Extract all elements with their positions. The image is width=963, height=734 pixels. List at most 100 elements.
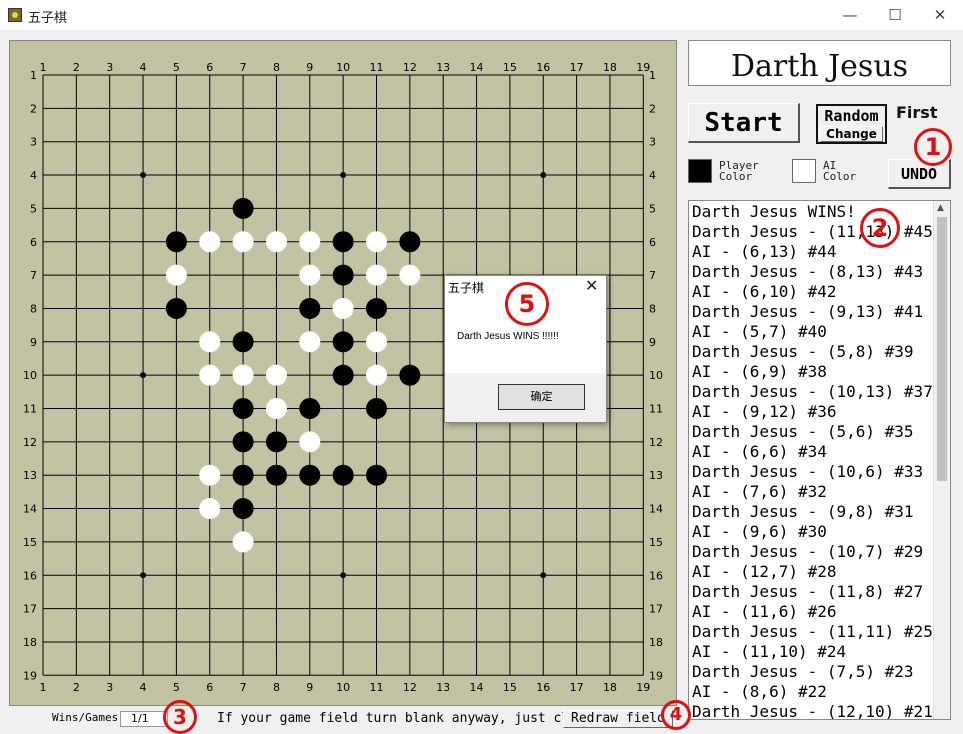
coord-label-top: 4 bbox=[140, 61, 147, 74]
redraw-hint: If your game field turn blank anyway, ju… bbox=[217, 711, 593, 726]
ai-color-swatch[interactable] bbox=[792, 159, 816, 183]
coord-label-top: 8 bbox=[273, 61, 280, 74]
log-entry: Darth Jesus - (9,13) #41 bbox=[692, 302, 924, 321]
minimize-button[interactable]: — bbox=[827, 0, 873, 30]
player-color-label: Player Color bbox=[719, 159, 759, 183]
white-stone bbox=[199, 498, 221, 520]
player-color-swatch[interactable] bbox=[688, 159, 712, 183]
maximize-button[interactable]: ☐ bbox=[872, 0, 918, 30]
black-stone bbox=[399, 231, 421, 253]
log-entry: Darth Jesus - (5,6) #35 bbox=[692, 422, 914, 441]
coord-label-right: 10 bbox=[649, 369, 663, 382]
wins-games-label: Wins/Games bbox=[52, 711, 119, 724]
black-stone bbox=[299, 297, 321, 319]
coord-label-left: 8 bbox=[30, 302, 37, 315]
coord-label-left: 5 bbox=[30, 202, 37, 215]
coord-label-top: 16 bbox=[536, 61, 550, 74]
log-entry: Darth Jesus - (9,8) #31 bbox=[692, 502, 914, 521]
annotation-2: 2 bbox=[860, 208, 900, 248]
log-entry: Darth Jesus - (11,8) #27 bbox=[692, 582, 924, 601]
star-point bbox=[540, 572, 547, 579]
log-entry: Darth Jesus - (11,13) #45 bbox=[692, 222, 933, 241]
coord-label-right: 18 bbox=[649, 636, 663, 649]
coord-label-top: 1 bbox=[40, 61, 47, 74]
log-entry: Darth Jesus - (10,7) #29 bbox=[692, 542, 924, 561]
coord-label-bottom: 4 bbox=[140, 681, 147, 694]
coord-label-bottom: 3 bbox=[106, 681, 113, 694]
ai-color-label: AI Color bbox=[823, 159, 857, 183]
coord-label-top: 18 bbox=[603, 61, 617, 74]
black-stone bbox=[232, 398, 254, 419]
dialog-ok-button[interactable]: 确定 bbox=[498, 384, 585, 410]
coord-label-right: 3 bbox=[649, 136, 656, 149]
black-stone bbox=[265, 431, 287, 453]
log-entry: Darth Jesus - (5,8) #39 bbox=[692, 342, 914, 361]
dialog-title: 五子棋 bbox=[448, 281, 485, 295]
redraw-field-button[interactable]: Redraw field bbox=[563, 710, 673, 728]
white-stone bbox=[399, 264, 421, 286]
scroll-up-arrow-icon[interactable]: ▲ bbox=[937, 203, 944, 213]
start-button[interactable]: Start bbox=[688, 103, 800, 143]
log-entry: Darth Jesus - (10,13) #37 bbox=[692, 382, 933, 401]
black-stone bbox=[332, 264, 354, 286]
coord-label-right: 4 bbox=[649, 169, 656, 182]
log-entry: AI - (9,6) #30 bbox=[692, 522, 827, 541]
coord-label-right: 14 bbox=[649, 503, 663, 516]
coord-label-left: 11 bbox=[23, 403, 37, 416]
coord-label-left: 15 bbox=[23, 536, 37, 549]
coord-label-left: 1 bbox=[30, 69, 37, 82]
move-log[interactable]: Darth Jesus WINS! Darth Jesus - (11,13) #… bbox=[688, 200, 951, 720]
coord-label-right: 5 bbox=[649, 202, 656, 215]
coord-label-top: 14 bbox=[470, 61, 484, 74]
black-stone bbox=[366, 297, 387, 319]
black-stone bbox=[165, 231, 187, 253]
log-entry: Darth Jesus WINS! bbox=[692, 202, 856, 221]
coord-label-right: 6 bbox=[649, 236, 656, 249]
coord-label-top: 6 bbox=[206, 61, 213, 74]
coord-label-bottom: 5 bbox=[173, 681, 180, 694]
random-order-box: Random Change bbox=[816, 104, 887, 144]
coord-label-bottom: 7 bbox=[240, 681, 247, 694]
coord-label-right: 9 bbox=[649, 336, 656, 349]
coord-label-right: 8 bbox=[649, 302, 656, 315]
black-stone bbox=[366, 398, 387, 419]
app-icon bbox=[8, 8, 22, 22]
coord-label-top: 5 bbox=[173, 61, 180, 74]
white-stone bbox=[265, 364, 287, 386]
coord-label-left: 2 bbox=[30, 102, 37, 115]
white-stone bbox=[299, 431, 321, 453]
change-button[interactable]: Change bbox=[820, 126, 883, 142]
star-point bbox=[340, 172, 347, 179]
coord-label-top: 15 bbox=[503, 61, 517, 74]
coord-label-right: 15 bbox=[649, 536, 663, 549]
coord-label-bottom: 15 bbox=[503, 681, 517, 694]
coord-label-bottom: 13 bbox=[436, 681, 450, 694]
close-window-button[interactable]: ✕ bbox=[917, 0, 963, 30]
white-stone bbox=[366, 331, 387, 353]
coord-label-bottom: 17 bbox=[570, 681, 584, 694]
coord-label-left: 18 bbox=[23, 636, 37, 649]
white-stone bbox=[299, 264, 321, 286]
coord-label-right: 12 bbox=[649, 436, 663, 449]
coord-label-bottom: 14 bbox=[470, 681, 484, 694]
scroll-thumb[interactable] bbox=[937, 217, 947, 481]
coord-label-top: 12 bbox=[403, 61, 417, 74]
black-stone bbox=[299, 398, 321, 419]
white-stone bbox=[332, 297, 354, 319]
white-stone bbox=[232, 531, 254, 553]
coord-label-bottom: 12 bbox=[403, 681, 417, 694]
white-stone bbox=[199, 464, 221, 486]
black-stone bbox=[232, 498, 254, 520]
log-entry: AI - (9,12) #36 bbox=[692, 402, 837, 421]
white-stone bbox=[366, 264, 387, 286]
coord-label-left: 9 bbox=[30, 336, 37, 349]
white-stone bbox=[199, 231, 221, 253]
white-stone bbox=[232, 231, 254, 253]
coord-label-right: 17 bbox=[649, 603, 663, 616]
white-stone bbox=[165, 264, 187, 286]
log-entry: AI - (7,6) #32 bbox=[692, 482, 827, 501]
coord-label-bottom: 1 bbox=[40, 681, 47, 694]
log-scrollbar[interactable]: ▲ bbox=[933, 201, 950, 719]
dialog-close-icon[interactable]: ✕ bbox=[585, 276, 598, 295]
log-entry: AI - (8,6) #22 bbox=[692, 682, 827, 701]
